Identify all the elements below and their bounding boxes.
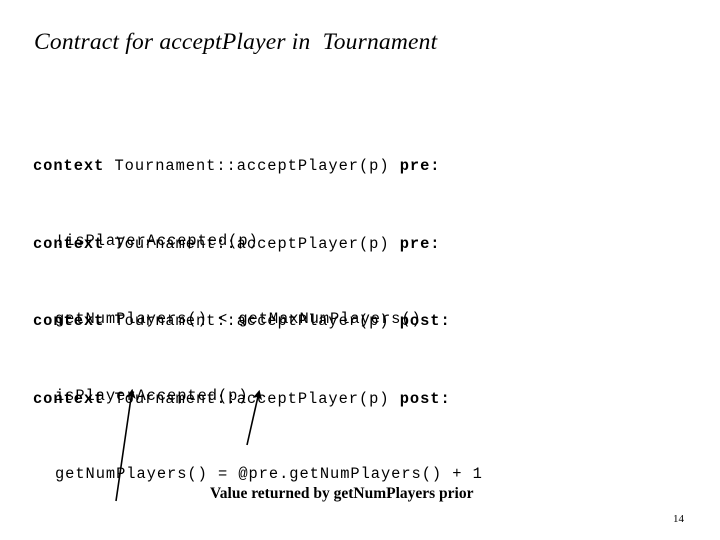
annotation-post-value: Value returned by getNumPlayers after ac… [67, 497, 440, 540]
ocl-keyword-context: context [33, 157, 105, 175]
ocl-context-line: context Tournament::acceptPlayer(p) pre: [33, 154, 440, 179]
ocl-context-line: context Tournament::acceptPlayer(p) post… [33, 387, 483, 412]
ocl-keyword-clause: post: [399, 390, 451, 408]
ocl-context-line: context Tournament::acceptPlayer(p) post… [33, 309, 451, 334]
ocl-operation-signature: Tournament::acceptPlayer(p) [104, 390, 400, 408]
ocl-operation-signature: Tournament::acceptPlayer(p) [104, 312, 400, 330]
ocl-keyword-context: context [33, 390, 105, 408]
ocl-context-line: context Tournament::acceptPlayer(p) pre: [33, 232, 440, 257]
ocl-operation-signature: Tournament::acceptPlayer(p) [104, 157, 400, 175]
ocl-keyword-clause: pre: [399, 235, 441, 253]
slide-canvas: Contract for acceptPlayer in Tournament … [0, 0, 720, 540]
ocl-keyword-clause: pre: [399, 157, 441, 175]
page-number: 14 [673, 513, 684, 525]
ocl-keyword-clause: post: [399, 312, 451, 330]
page-title: Contract for acceptPlayer in Tournament [34, 29, 438, 55]
ocl-operation-signature: Tournament::acceptPlayer(p) [104, 235, 400, 253]
ocl-keyword-context: context [33, 235, 105, 253]
ocl-keyword-context: context [33, 312, 105, 330]
